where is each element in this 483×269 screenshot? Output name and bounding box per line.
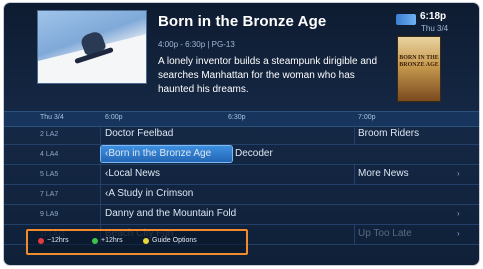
- program-meta: 4:00p - 6:30p | PG-13: [158, 40, 235, 49]
- program-cell[interactable]: More News: [358, 168, 409, 179]
- timeline-slot: 6:30p: [228, 114, 246, 121]
- guide-row[interactable]: 7 LA7 ‹A Study in Crimson: [4, 185, 479, 205]
- program-title: Born in the Bronze Age: [158, 13, 327, 30]
- column-divider: [100, 165, 101, 184]
- column-divider: [100, 185, 101, 204]
- program-cell[interactable]: ‹Local News: [105, 168, 160, 179]
- guide-row[interactable]: 9 LA9 Danny and the Mountain Fold ›: [4, 205, 479, 225]
- timeline-date: Thu 3/4: [40, 114, 64, 121]
- program-cell[interactable]: Broom Riders: [358, 128, 419, 139]
- program-description: A lonely inventor builds a steampunk dir…: [158, 56, 378, 95]
- program-cell[interactable]: Doctor Feelbad: [105, 128, 173, 139]
- guide-row[interactable]: 2 LA2 Doctor Feelbad Broom Riders: [4, 125, 479, 145]
- footer-options: −12hrs +12hrs Guide Options: [26, 229, 248, 255]
- program-poster: BORN IN THE BRONZE AGE: [398, 37, 440, 101]
- red-button-icon: [38, 238, 44, 244]
- yellow-button-icon: [143, 238, 149, 244]
- chevron-right-icon: ›: [457, 209, 460, 218]
- column-divider: [354, 225, 355, 244]
- tv-guide-screen: Born in the Bronze Age 4:00p - 6:30p | P…: [4, 3, 479, 265]
- minus-12hrs-option[interactable]: −12hrs: [47, 237, 69, 244]
- column-divider: [354, 125, 355, 144]
- column-divider: [354, 165, 355, 184]
- guide-row[interactable]: 4 LA4 ‹Born in the Bronze Age Decoder: [4, 145, 479, 165]
- chevron-right-icon: ›: [457, 169, 460, 178]
- program-cell[interactable]: Up Too Late: [358, 228, 412, 239]
- timeline-slot: 7:00p: [358, 114, 376, 121]
- poster-title: BORN IN THE BRONZE AGE: [399, 55, 439, 68]
- timeline-slot: 6:00p: [105, 114, 123, 121]
- green-button-icon: [92, 238, 98, 244]
- channel-label: 2 LA2: [40, 131, 59, 138]
- plus-12hrs-option[interactable]: +12hrs: [101, 237, 123, 244]
- channel-label: 7 LA7: [40, 191, 59, 198]
- header-date: Thu 3/4: [421, 24, 449, 33]
- channel-label: 9 LA9: [40, 211, 59, 218]
- column-divider: [100, 205, 101, 224]
- program-cell[interactable]: ‹A Study in Crimson: [105, 188, 193, 199]
- clock: 6:18p: [420, 11, 447, 22]
- guide-row[interactable]: 5 LA5 ‹Local News More News ›: [4, 165, 479, 185]
- guide-options-option[interactable]: Guide Options: [152, 237, 197, 244]
- directv-logo-icon: [396, 14, 416, 25]
- channel-label: 5 LA5: [40, 171, 59, 178]
- program-cell[interactable]: Danny and the Mountain Fold: [105, 208, 236, 219]
- program-thumbnail: [38, 11, 146, 83]
- chevron-right-icon: ›: [457, 229, 460, 238]
- column-divider: [100, 125, 101, 144]
- channel-label: 4 LA4: [40, 151, 59, 158]
- program-cell[interactable]: ‹Born in the Bronze Age: [105, 148, 211, 159]
- program-cell[interactable]: Decoder: [235, 148, 273, 159]
